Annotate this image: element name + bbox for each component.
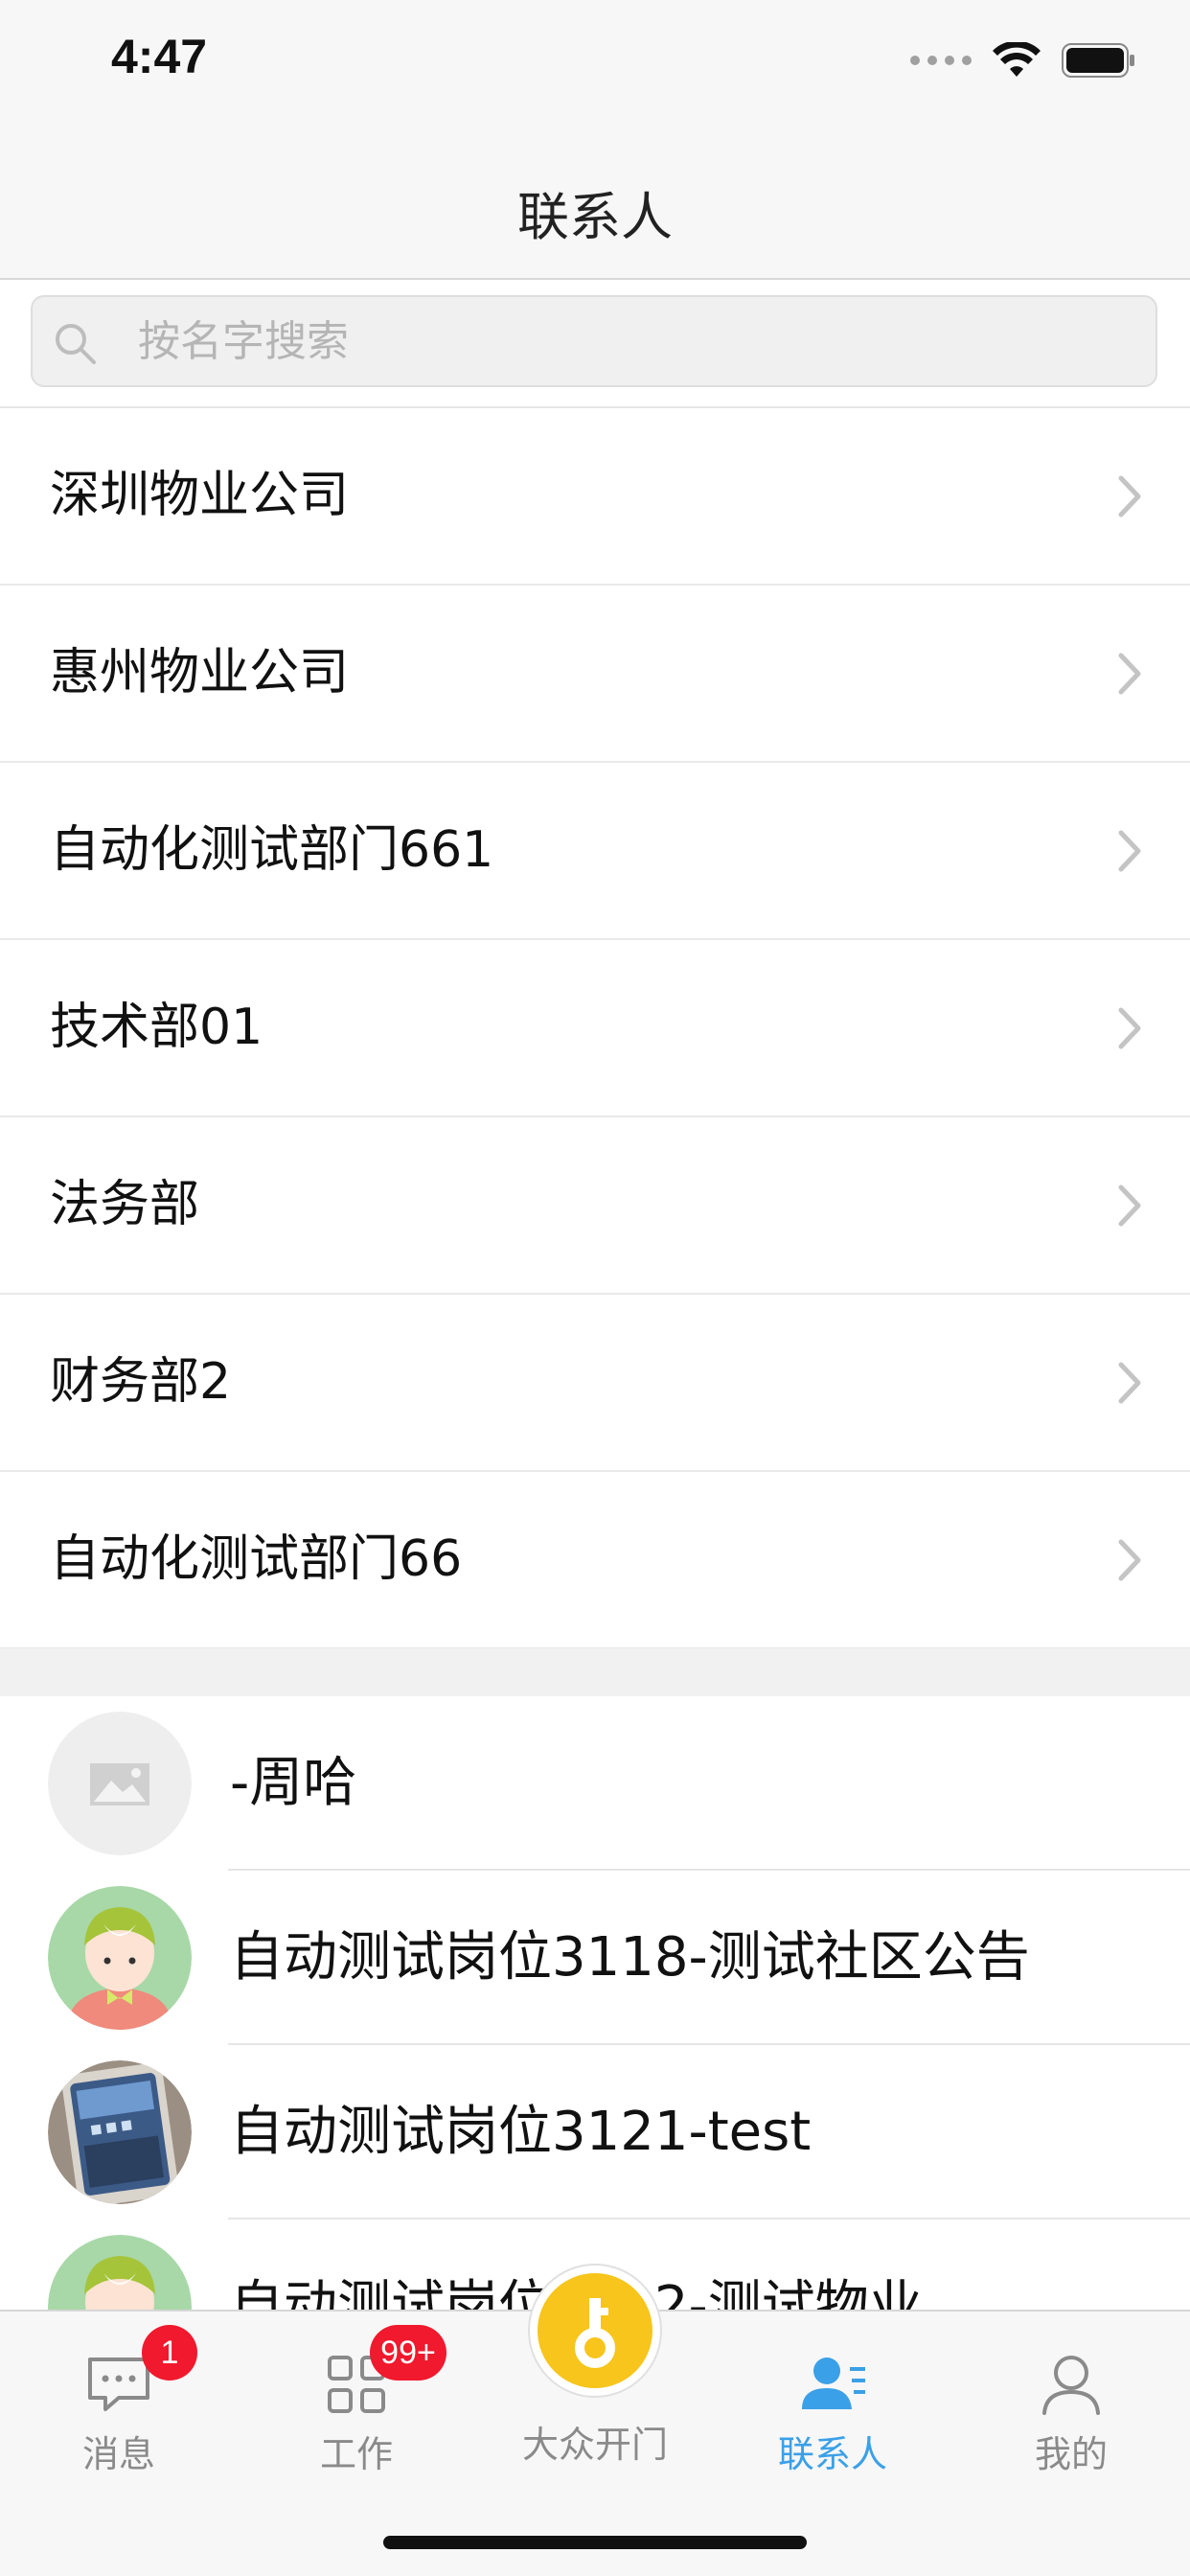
department-label: 深圳物业公司: [50, 467, 350, 524]
contact-item[interactable]: 自动测试岗位3121-test: [0, 2045, 1190, 2220]
avatar: [48, 1886, 192, 2030]
contacts-icon: [802, 2358, 865, 2409]
home-indicator[interactable]: [383, 2536, 807, 2549]
contact-item[interactable]: 自动测试岗位3118-测试社区公告: [0, 1871, 1190, 2045]
department-item[interactable]: 技术部01: [0, 940, 1190, 1117]
work-badge: 99+: [370, 2325, 446, 2380]
department-item[interactable]: 法务部: [0, 1117, 1190, 1295]
search-icon: [56, 324, 96, 364]
department-item[interactable]: 惠州物业公司: [0, 586, 1190, 763]
department-label: 自动化测试部门661: [50, 821, 494, 879]
search-input[interactable]: [138, 297, 1134, 385]
contact-name: 自动测试岗位3118-测试社区公告: [230, 1926, 1030, 1989]
department-list: 深圳物业公司 惠州物业公司 自动化测试部门661 技术部01 法务部 财务部2 …: [0, 406, 1190, 1649]
section-divider: [0, 1648, 1190, 1696]
chevron-right-icon: [1118, 1184, 1141, 1227]
department-item[interactable]: 财务部2: [0, 1295, 1190, 1472]
tab-contacts[interactable]: 联系人: [714, 2312, 951, 2503]
cartoon-avatar-icon: [48, 1886, 192, 2030]
photo-avatar-icon: [48, 2060, 192, 2204]
search-box[interactable]: [31, 295, 1157, 387]
key-icon: [575, 2298, 615, 2368]
department-label: 财务部2: [50, 1353, 232, 1411]
avatar: [48, 1712, 192, 1855]
tab-label: 消息: [81, 2433, 155, 2475]
chevron-right-icon: [1118, 1539, 1141, 1581]
chevron-right-icon: [1118, 653, 1141, 695]
tab-label: 我的: [1034, 2433, 1108, 2475]
key-button-fill: [538, 2273, 652, 2388]
unread-badge: 1: [142, 2325, 197, 2380]
department-label: 技术部01: [50, 999, 263, 1056]
department-item[interactable]: 自动化测试部门66: [0, 1472, 1190, 1649]
tab-label: 工作: [319, 2433, 393, 2475]
chevron-right-icon: [1118, 830, 1141, 872]
contact-name: -周哈: [230, 1752, 357, 1814]
department-item[interactable]: 深圳物业公司: [0, 408, 1190, 586]
app-screen: 4:47 联系人 按名字搜索 深圳物业公司 惠州物业公司 自动化测试部门661 …: [0, 0, 1190, 2576]
department-label: 惠州物业公司: [50, 644, 350, 702]
status-icons: [910, 42, 1136, 79]
chevron-right-icon: [1118, 475, 1141, 518]
tab-label: 联系人: [777, 2433, 887, 2475]
status-time: 4:47: [111, 30, 208, 83]
cellular-signal-icon: [910, 56, 972, 65]
contact-name: 自动测试岗位3121-test: [230, 2101, 812, 2163]
wifi-icon: [993, 42, 1041, 77]
department-label: 法务部: [50, 1176, 200, 1233]
tab-messages[interactable]: 1 消息: [0, 2312, 238, 2503]
top-bar: 4:47 联系人: [0, 0, 1190, 280]
tab-work[interactable]: 99+ 工作: [238, 2312, 475, 2503]
open-door-button[interactable]: [528, 2264, 662, 2398]
avatar: [48, 2060, 192, 2204]
battery-icon: [1062, 43, 1134, 78]
chevron-right-icon: [1118, 1362, 1141, 1404]
tab-label: 大众开门: [521, 2424, 668, 2466]
tab-profile[interactable]: 我的: [952, 2312, 1190, 2503]
contact-item[interactable]: -周哈: [0, 1696, 1190, 1871]
image-placeholder-icon: [48, 1712, 192, 1855]
search-area: [0, 280, 1190, 406]
department-item[interactable]: 自动化测试部门661: [0, 763, 1190, 940]
chevron-right-icon: [1118, 1007, 1141, 1049]
profile-icon: [1042, 2356, 1100, 2415]
page-title: 联系人: [517, 187, 673, 247]
department-label: 自动化测试部门66: [50, 1530, 463, 1588]
